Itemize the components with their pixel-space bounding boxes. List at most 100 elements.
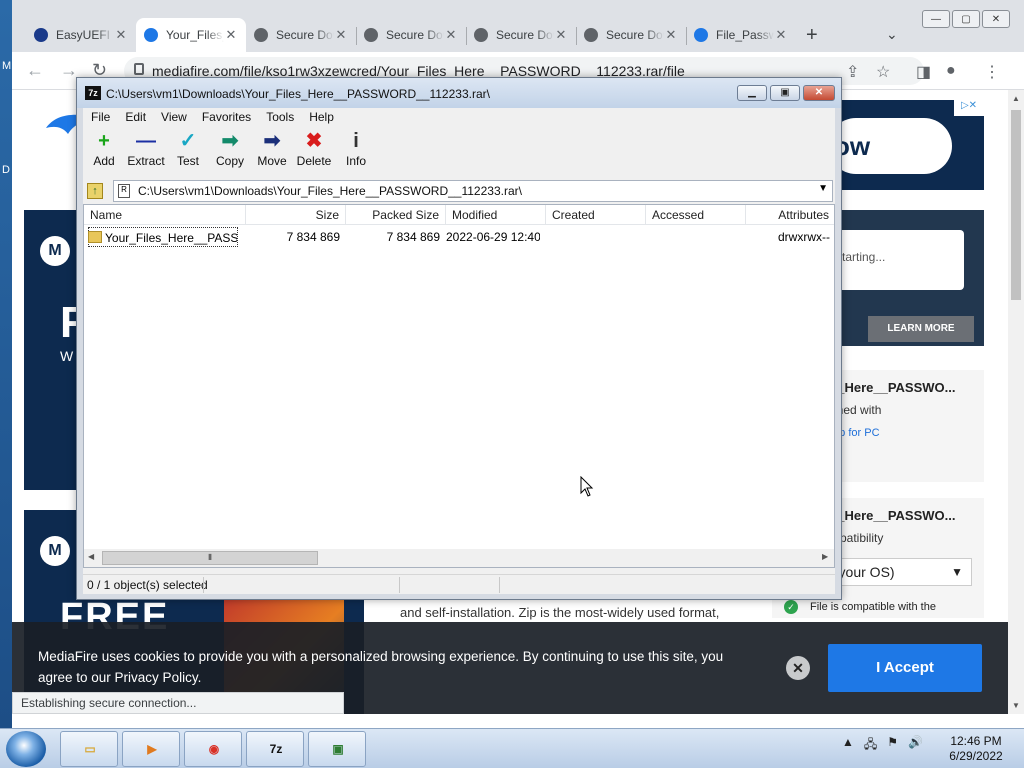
close-button[interactable]: ✕ [982,10,1010,28]
table-row[interactable]: Your_Files_Here__PASS... 7 834 869 7 834 8… [84,227,834,247]
close-tab-icon[interactable]: ✕ [444,27,458,43]
cell-size: 7 834 869 [286,230,340,244]
toolbar-button-extract[interactable]: — Extract [125,128,167,176]
clock-date: 6/29/2022 [949,749,1003,763]
ad-subtext: W [60,348,74,364]
opened-with-text: ened with [830,403,882,417]
page-scrollbar[interactable]: ▲ ▼ [1008,90,1024,714]
taskbar-app-chrome[interactable]: ◉ [184,731,242,767]
address-row: ↑ R C:\Users\vm1\Downloads\Your_Files_He… [83,180,835,202]
scroll-up-icon[interactable]: ▲ [1012,94,1020,103]
tab-strip: EasyUEFI✕Your_Files_Here✕Secure Download… [12,0,1024,52]
cookie-message: MediaFire uses cookies to provide you wi… [38,649,724,685]
close-tab-icon[interactable]: ✕ [554,27,568,43]
browser-tab[interactable]: File_Password✕ [686,18,796,52]
network-icon[interactable]: 🖧 [864,735,877,756]
browser-tab[interactable]: Secure Download✕ [466,18,576,52]
browser-tab[interactable]: Secure Download✕ [576,18,686,52]
horizontal-scrollbar[interactable]: ◀ ⦀ ▶ [84,549,834,567]
browser-tab[interactable]: Secure Download✕ [356,18,466,52]
menu-item[interactable]: View [153,108,194,126]
scrollbar-thumb[interactable]: ⦀ [102,551,318,565]
minimize-button[interactable]: — [922,10,950,28]
close-tab-icon[interactable]: ✕ [334,27,348,43]
maximize-button[interactable]: ▢ [952,10,980,28]
taskbar-app-media-player[interactable]: ▶ [122,731,180,767]
taskbar-app-7-zip[interactable]: 7z [246,731,304,767]
learn-more-button[interactable]: LEARN MORE [868,316,974,342]
globe-icon [364,28,378,42]
add-icon: + [98,130,110,152]
move-icon: ➡ [263,130,281,152]
cell-accessed [646,227,740,247]
show-hidden-icons[interactable]: ▲ [842,735,854,756]
adchoices-icon[interactable]: ▷✕ [954,100,984,116]
test-icon: ✓ [179,130,197,152]
side-panel-icon[interactable]: ◨ [916,62,931,82]
taskbar-app-task-manager[interactable]: ▣ [308,731,366,767]
cell-name: Your_Files_Here__PASS... [88,227,238,247]
ad-cta[interactable]: ow [828,118,952,174]
bookmark-star-icon[interactable]: ☆ [876,62,890,82]
scroll-left-icon[interactable]: ◀ [88,552,94,561]
close-tab-icon[interactable]: ✕ [774,27,788,43]
close-icon[interactable]: ✕ [786,656,810,680]
column-header-name[interactable]: Name [84,205,246,225]
toolbar-label: Copy [215,154,244,168]
path-combobox[interactable]: R C:\Users\vm1\Downloads\Your_Files_Here… [113,180,833,202]
toolbar-button-copy[interactable]: ➡ Copy [209,128,251,176]
volume-icon[interactable]: 🔊 [908,735,923,756]
accept-cookies-button[interactable]: I Accept [828,644,982,692]
chevron-down-icon[interactable]: ▼ [818,183,828,194]
column-header-packed-size[interactable]: Packed Size [346,205,446,225]
desktop-letter: M [2,60,12,72]
menu-item[interactable]: File [83,108,117,126]
toolbar-button-delete[interactable]: ✖ Delete [293,128,335,176]
close-button[interactable]: ✕ [803,85,835,101]
close-tab-icon[interactable]: ✕ [114,27,128,43]
clock[interactable]: 12:46 PM 6/29/2022 [938,734,1014,764]
action-center-icon[interactable]: ⚑ [887,735,898,756]
desktop-letter: D [2,164,10,176]
compat-note: ✓ File is compatible with the [784,600,1004,614]
zip-for-pc-link[interactable]: Zip for PC [830,427,970,439]
column-header-created[interactable]: Created [546,205,646,225]
cell-attributes: drwxrwx-- [778,230,830,244]
toolbar-button-info[interactable]: i Info [335,128,377,176]
browser-tab[interactable]: Your_Files_Here✕ [136,18,246,52]
scroll-down-icon[interactable]: ▼ [1012,701,1020,710]
menu-item[interactable]: Tools [258,108,301,126]
column-header-size[interactable]: Size [246,205,346,225]
selection-status: 0 / 1 object(s) selected [87,578,208,592]
toolbar-button-add[interactable]: + Add [83,128,125,176]
browser-tab[interactable]: EasyUEFI ✕ [26,18,136,52]
minimize-button[interactable]: ▁ [737,85,767,101]
menu-item[interactable]: Favorites [194,108,258,126]
taskbar-app-explorer[interactable]: ▭ [60,731,118,767]
share-icon[interactable]: ⇪ [846,62,859,82]
menu-dots-icon[interactable]: ⋮ [984,62,1000,82]
column-header-modified[interactable]: Modified [446,205,546,225]
column-header-accessed[interactable]: Accessed [646,205,746,225]
toolbar-button-test[interactable]: ✓ Test [167,128,209,176]
maximize-button[interactable]: ▣ [770,85,800,101]
7zip-title: C:\Users\vm1\Downloads\Your_Files_Here__… [106,87,490,101]
toolbar-button-move[interactable]: ➡ Move [251,128,293,176]
tab-title: EasyUEFI [56,28,111,42]
back-arrow-icon[interactable]: ← [26,60,44,81]
scroll-right-icon[interactable]: ▶ [822,552,828,561]
scrollbar-thumb[interactable] [1011,110,1021,300]
new-tab-button[interactable]: + [806,24,818,47]
column-header-attributes[interactable]: Attributes [746,205,834,225]
tab-search-icon[interactable]: ⌄ [886,26,898,43]
menu-item[interactable]: Help [301,108,341,126]
mouse-cursor-icon [580,476,594,497]
close-tab-icon[interactable]: ✕ [664,27,678,43]
profile-icon[interactable]: ● [946,62,956,80]
browser-tab[interactable]: Secure Download✕ [246,18,356,52]
close-tab-icon[interactable]: ✕ [224,27,238,43]
7zip-titlebar[interactable]: 7z C:\Users\vm1\Downloads\Your_Files_Her… [77,78,841,108]
menu-item[interactable]: Edit [117,108,153,126]
start-button[interactable] [6,731,46,767]
folder-up-icon[interactable]: ↑ [87,183,103,199]
